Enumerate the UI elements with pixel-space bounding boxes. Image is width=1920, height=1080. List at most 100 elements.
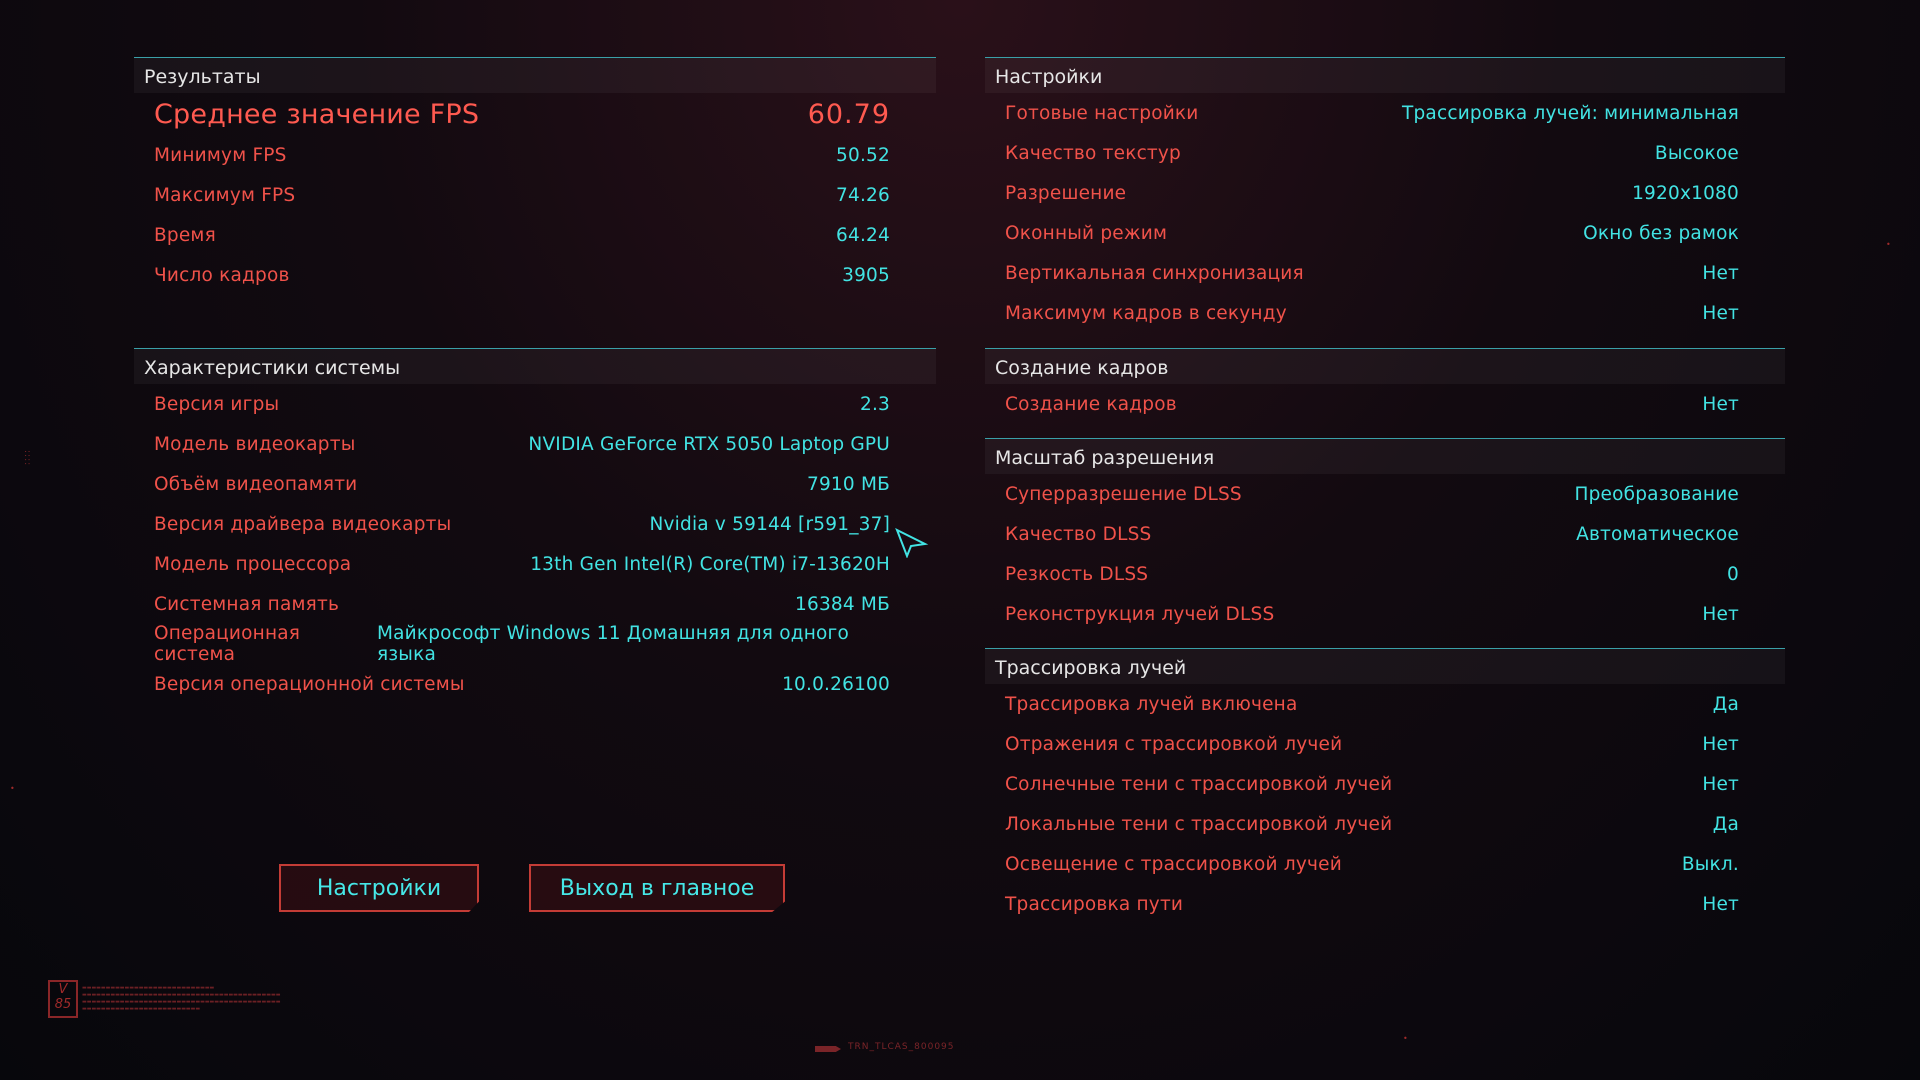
result-row: Минимум FPS 50.52 (134, 135, 936, 175)
settings-label: Оконный режим (1005, 222, 1168, 244)
system-label: Системная память (154, 593, 340, 615)
system-row: Системная память 16384 МБ (134, 584, 936, 624)
exit-main-menu-button[interactable]: Выход в главное меню (529, 864, 785, 912)
game-logo: V 85 (48, 980, 78, 1018)
ray-tracing-value: Выкл. (1681, 853, 1739, 875)
ray-tracing-value: Нет (1702, 893, 1739, 915)
system-label: Версия операционной системы (154, 673, 465, 695)
frame-gen-row: Создание кадров Нет (985, 384, 1785, 424)
avg-fps-row: Среднее значение FPS 60.79 (134, 93, 936, 135)
result-value: 74.26 (836, 184, 890, 206)
scaling-row: Резкость DLSS 0 (985, 554, 1785, 594)
scaling-value: Автоматическое (1576, 523, 1739, 545)
ray-tracing-value: Нет (1702, 733, 1739, 755)
frame-gen-panel: Создание кадров Создание кадров Нет (985, 348, 1785, 424)
system-row: Модель видеокарты NVIDIA GeForce RTX 505… (134, 424, 936, 464)
ray-tracing-value: Нет (1702, 773, 1739, 795)
system-value: 16384 МБ (795, 593, 890, 615)
fine-print-block: ▬▬▬▬▬▬▬▬▬▬▬▬▬▬▬▬▬▬▬▬▬▬▬▬▬▬▬▬ ▬▬▬▬▬▬▬▬▬▬▬… (82, 985, 281, 1012)
settings-row: Качество текстур Высокое (985, 133, 1785, 173)
ray-tracing-label: Солнечные тени с трассировкой лучей (1005, 773, 1393, 795)
scaling-label: Реконструкция лучей DLSS (1005, 603, 1275, 625)
ray-tracing-row: Локальные тени с трассировкой лучей Да (985, 804, 1785, 844)
scaling-row: Качество DLSS Автоматическое (985, 514, 1785, 554)
ray-tracing-label: Трассировка пути (1005, 893, 1184, 915)
settings-value: Высокое (1654, 142, 1739, 164)
system-header: Характеристики системы (134, 348, 936, 384)
settings-header: Настройки (985, 57, 1785, 93)
result-row: Максимум FPS 74.26 (134, 175, 936, 215)
ray-tracing-row: Солнечные тени с трассировкой лучей Нет (985, 764, 1785, 804)
footer-arrow-icon (815, 1046, 841, 1052)
settings-label: Качество текстур (1005, 142, 1182, 164)
system-label: Объём видеопамяти (154, 473, 358, 495)
scaling-label: Качество DLSS (1005, 523, 1152, 545)
resolution-scaling-panel: Масштаб разрешения Суперразрешение DLSS … (985, 438, 1785, 634)
settings-row: Готовые настройки Трассировка лучей: мин… (985, 93, 1785, 133)
scaling-row: Суперразрешение DLSS Преобразование (985, 474, 1785, 514)
settings-row: Оконный режим Окно без рамок (985, 213, 1785, 253)
ray-tracing-row: Освещение с трассировкой лучей Выкл. (985, 844, 1785, 884)
result-label: Максимум FPS (154, 184, 296, 206)
settings-value: Нет (1702, 302, 1739, 324)
system-value: Майкрософт Windows 11 Домашняя для одног… (376, 623, 849, 665)
scaling-label: Суперразрешение DLSS (1005, 483, 1242, 505)
ray-tracing-row: Трассировка лучей включена Да (985, 684, 1785, 724)
logo-v: V (58, 982, 68, 997)
system-row: Объём видеопамяти 7910 МБ (134, 464, 936, 504)
ray-tracing-label: Локальные тени с трассировкой лучей (1005, 813, 1393, 835)
frame-gen-header: Создание кадров (985, 348, 1785, 384)
result-label: Время (154, 224, 216, 246)
ray-tracing-label: Освещение с трассировкой лучей (1005, 853, 1342, 875)
decor-mark-left: • (10, 784, 15, 793)
avg-fps-label: Среднее значение FPS (154, 98, 480, 130)
benchmark-results-screen: Результаты Среднее значение FPS 60.79 Ми… (0, 0, 1920, 1080)
system-label: Модель видеокарты (154, 433, 356, 455)
system-row: Операционная система Майкрософт Windows … (134, 623, 936, 665)
ray-tracing-row: Трассировка пути Нет (985, 884, 1785, 924)
system-value: 7910 МБ (806, 473, 890, 495)
result-label: Число кадров (154, 264, 290, 286)
scaling-value: Преобразование (1574, 483, 1739, 505)
system-panel: Характеристики системы Версия игры 2.3 М… (134, 348, 936, 704)
system-label: Версия драйвера видеокарты (154, 513, 452, 535)
system-value: Nvidia v 59144 [r591_37] (649, 513, 890, 535)
ray-tracing-panel: Трассировка лучей Трассировка лучей вклю… (985, 648, 1785, 924)
resolution-scaling-header: Масштаб разрешения (985, 438, 1785, 474)
system-label: Версия игры (154, 393, 280, 415)
ray-tracing-row: Отражения с трассировкой лучей Нет (985, 724, 1785, 764)
settings-label: Максимум кадров в секунду (1005, 302, 1287, 324)
side-decor-text: :::: (22, 450, 32, 467)
result-value: 64.24 (836, 224, 890, 246)
settings-label: Разрешение (1005, 182, 1127, 204)
avg-fps-value: 60.79 (807, 98, 890, 130)
scaling-label: Резкость DLSS (1005, 563, 1149, 585)
settings-value: Трассировка лучей: минимальная (1401, 102, 1739, 124)
system-value: 2.3 (859, 393, 890, 415)
system-value: 10.0.26100 (782, 673, 890, 695)
scaling-value: Нет (1702, 603, 1739, 625)
results-header: Результаты (134, 57, 936, 93)
frame-gen-value: Нет (1702, 393, 1739, 415)
mouse-cursor-icon (895, 528, 929, 558)
system-value: NVIDIA GeForce RTX 5050 Laptop GPU (528, 433, 890, 455)
footer-build-code: TRN_TLCAS_800095 (848, 1042, 955, 1052)
results-panel: Результаты Среднее значение FPS 60.79 Ми… (134, 57, 936, 295)
scaling-row: Реконструкция лучей DLSS Нет (985, 594, 1785, 634)
decor-mark-bottom: • (1403, 1034, 1408, 1043)
settings-label: Готовые настройки (1005, 102, 1199, 124)
system-row: Версия драйвера видеокарты Nvidia v 5914… (134, 504, 936, 544)
settings-button[interactable]: Настройки (279, 864, 479, 912)
settings-row: Максимум кадров в секунду Нет (985, 293, 1785, 333)
result-value: 3905 (842, 264, 890, 286)
ray-tracing-header: Трассировка лучей (985, 648, 1785, 684)
settings-row: Вертикальная синхронизация Нет (985, 253, 1785, 293)
settings-row: Разрешение 1920x1080 (985, 173, 1785, 213)
settings-value: 1920x1080 (1632, 182, 1739, 204)
decor-mark-right: • (1886, 240, 1891, 249)
system-row: Версия игры 2.3 (134, 384, 936, 424)
settings-label: Вертикальная синхронизация (1005, 262, 1304, 284)
logo-number: 85 (54, 997, 72, 1012)
result-value: 50.52 (836, 144, 890, 166)
system-label: Модель процессора (154, 553, 352, 575)
